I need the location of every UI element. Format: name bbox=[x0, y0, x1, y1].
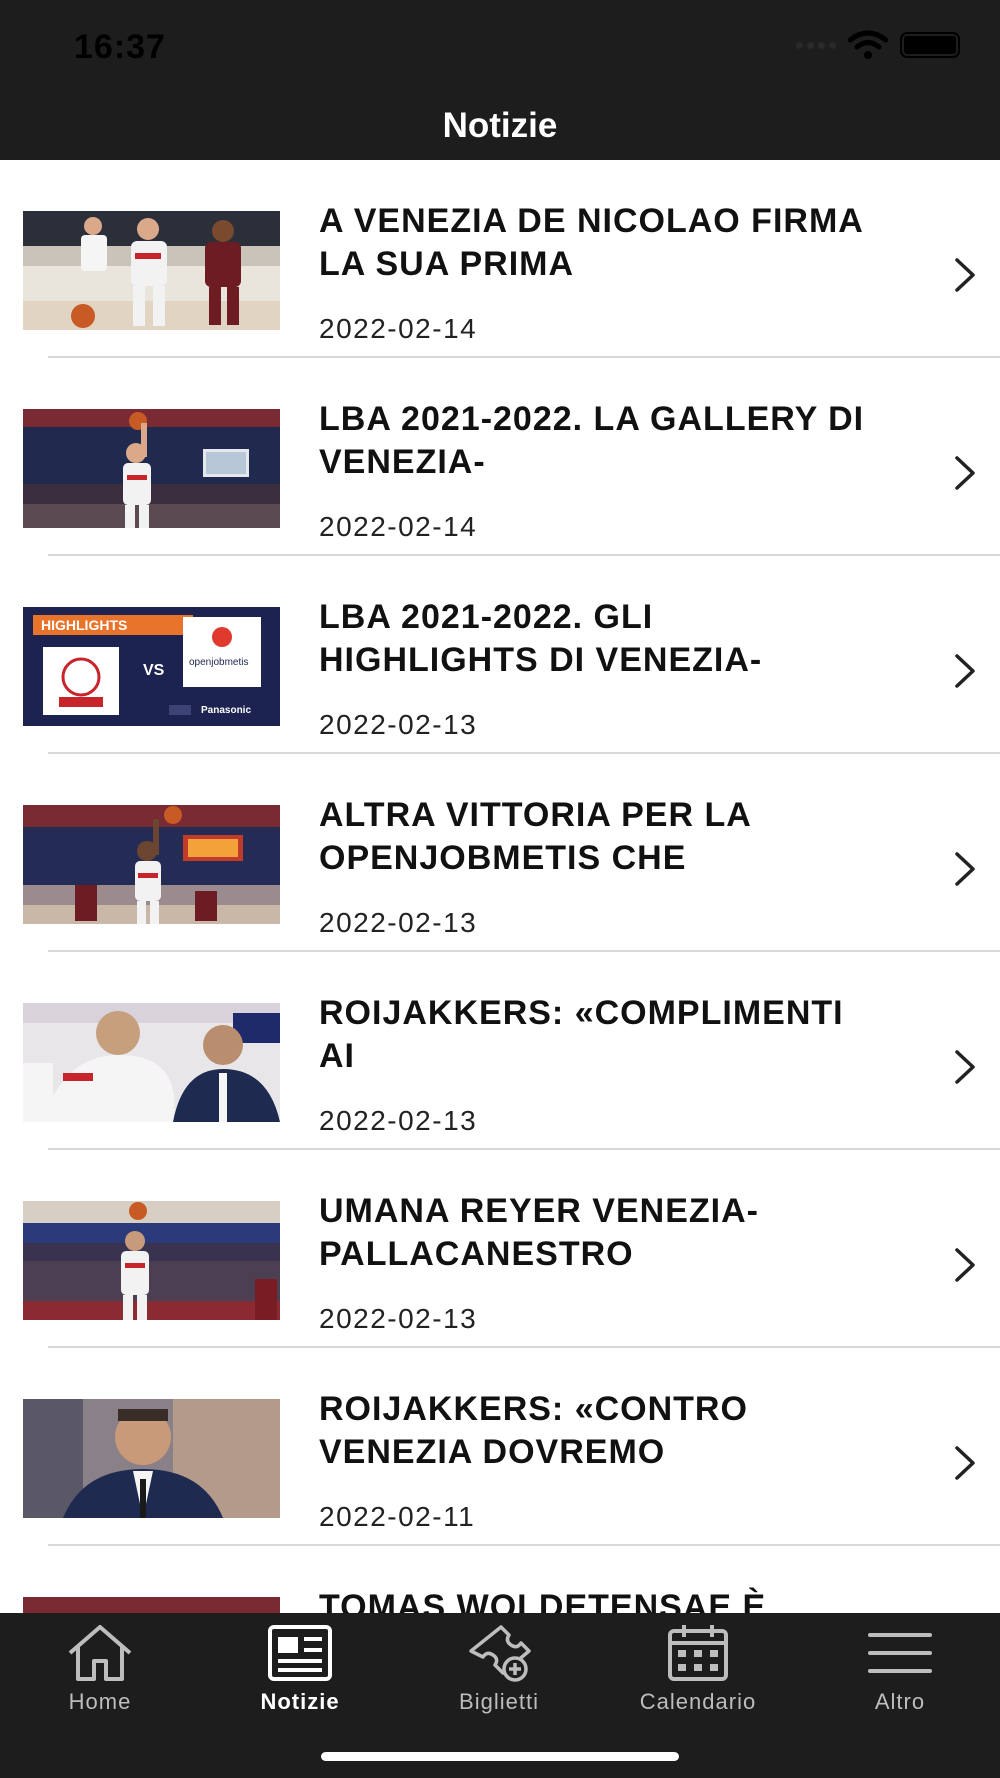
news-item[interactable]: LBA 2021-2022. LA GALLERY DI VENEZIA- 20… bbox=[0, 358, 1000, 556]
tab-calendario[interactable]: Calendario bbox=[618, 1623, 778, 1728]
tab-label: Biglietti bbox=[459, 1689, 539, 1714]
news-title: LBA 2021-2022. LA GALLERY DI VENEZIA- bbox=[319, 400, 865, 481]
status-icons bbox=[796, 30, 960, 60]
calendar-icon bbox=[668, 1625, 728, 1681]
wifi-icon bbox=[848, 30, 888, 59]
home-icon bbox=[68, 1625, 132, 1681]
news-title: ALTRA VITTORIA PER LA OPENJOBMETIS CHE bbox=[319, 796, 751, 877]
newspaper-icon bbox=[268, 1625, 332, 1681]
tab-label: Notizie bbox=[260, 1689, 340, 1714]
news-thumbnail: HIGHLIGHTS VS openjobmetis Panasonic bbox=[23, 607, 280, 726]
tab-label: Home bbox=[68, 1689, 132, 1714]
signal-dots-icon bbox=[796, 41, 836, 49]
tab-label: Altro bbox=[874, 1689, 926, 1714]
news-title: UMANA REYER VENEZIA-PALLACANESTRO bbox=[319, 1192, 759, 1273]
news-date: 2022-02-14 bbox=[319, 511, 478, 542]
chevron-right-icon bbox=[955, 852, 975, 886]
status-time: 16:37 bbox=[74, 28, 166, 66]
ticket-icon bbox=[469, 1625, 531, 1682]
menu-icon bbox=[868, 1633, 932, 1673]
news-thumbnail bbox=[23, 1201, 280, 1320]
news-date: 2022-02-13 bbox=[319, 1105, 478, 1136]
tab-notizie[interactable]: Notizie bbox=[220, 1623, 380, 1728]
battery-icon bbox=[900, 32, 960, 58]
versus-label: VS bbox=[143, 662, 165, 679]
news-date: 2022-02-13 bbox=[319, 1303, 478, 1334]
news-item[interactable]: ROIJAKKERS: «COMPLIMENTI AI 2022-02-13 bbox=[0, 952, 1000, 1150]
news-thumbnail bbox=[23, 1597, 280, 1613]
tab-altro[interactable]: Altro bbox=[820, 1623, 980, 1728]
news-thumbnail bbox=[23, 211, 280, 330]
news-item[interactable]: TOMAS WOLDETENSAE È bbox=[0, 1546, 1000, 1613]
news-item[interactable]: A VENEZIA DE NICOLAO FIRMA LA SUA PRIMA … bbox=[0, 160, 1000, 358]
news-title: A VENEZIA DE NICOLAO FIRMA LA SUA PRIMA bbox=[319, 202, 863, 283]
news-title: TOMAS WOLDETENSAE È bbox=[319, 1588, 767, 1613]
news-date: 2022-02-11 bbox=[319, 1501, 476, 1532]
nav-bar: Notizie bbox=[0, 100, 1000, 160]
news-title: ROIJAKKERS: «COMPLIMENTI AI bbox=[319, 994, 844, 1075]
chevron-right-icon bbox=[955, 1248, 975, 1282]
tab-home[interactable]: Home bbox=[20, 1623, 180, 1728]
news-thumbnail bbox=[23, 1399, 280, 1518]
news-thumbnail bbox=[23, 409, 280, 528]
news-title: LBA 2021-2022. GLI HIGHLIGHTS DI VENEZIA… bbox=[319, 598, 763, 679]
news-thumbnail bbox=[23, 1003, 280, 1122]
news-date: 2022-02-13 bbox=[319, 709, 478, 740]
news-list[interactable]: A VENEZIA DE NICOLAO FIRMA LA SUA PRIMA … bbox=[0, 160, 1000, 1613]
news-item[interactable]: UMANA REYER VENEZIA-PALLACANESTRO 2022-0… bbox=[0, 1150, 1000, 1348]
tab-label: Calendario bbox=[639, 1689, 757, 1714]
chevron-right-icon bbox=[955, 654, 975, 688]
news-thumbnail bbox=[23, 805, 280, 924]
status-bar: 16:37 bbox=[0, 0, 1000, 100]
home-indicator[interactable] bbox=[321, 1752, 679, 1761]
news-date: 2022-02-13 bbox=[319, 907, 478, 938]
news-item[interactable]: ALTRA VITTORIA PER LA OPENJOBMETIS CHE 2… bbox=[0, 754, 1000, 952]
news-title: ROIJAKKERS: «CONTRO VENEZIA DOVREMO bbox=[319, 1390, 748, 1471]
news-date: 2022-02-14 bbox=[319, 313, 478, 344]
news-item[interactable]: ROIJAKKERS: «CONTRO VENEZIA DOVREMO 2022… bbox=[0, 1348, 1000, 1546]
chevron-right-icon bbox=[955, 1050, 975, 1084]
team-right-label: openjobmetis bbox=[189, 657, 248, 668]
chevron-right-icon bbox=[955, 456, 975, 490]
news-item[interactable]: HIGHLIGHTS VS openjobmetis Panasonic LBA… bbox=[0, 556, 1000, 754]
highlights-label: HIGHLIGHTS bbox=[41, 617, 127, 633]
tab-biglietti[interactable]: Biglietti bbox=[419, 1623, 579, 1728]
chevron-right-icon bbox=[955, 1446, 975, 1480]
sponsor-label: Panasonic bbox=[201, 705, 251, 716]
chevron-right-icon bbox=[955, 258, 975, 292]
page-title: Notizie bbox=[442, 106, 558, 145]
